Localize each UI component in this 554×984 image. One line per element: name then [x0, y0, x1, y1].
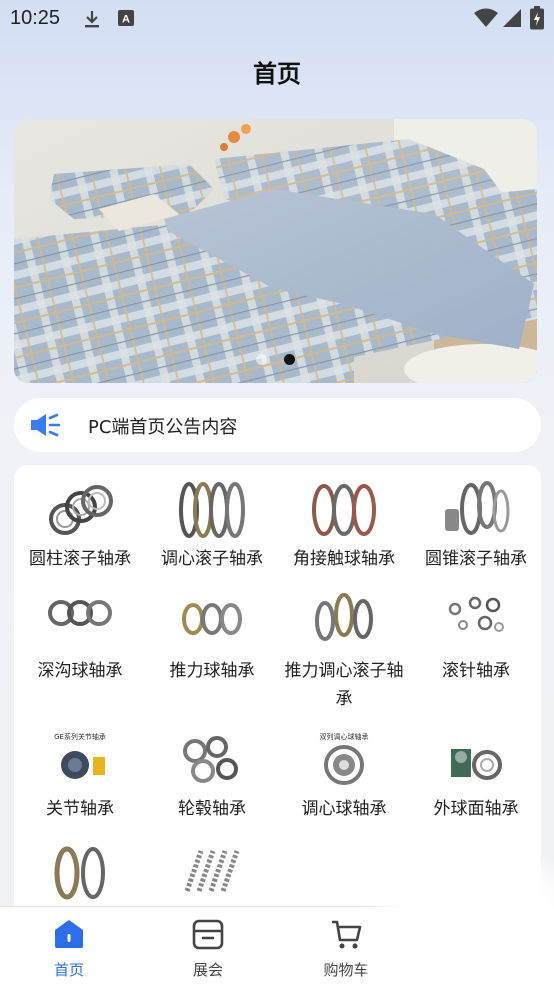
deep-groove-ball-bearing-image [48, 600, 112, 626]
cellular-signal-icon [502, 8, 522, 32]
thrust-ball-bearing-image [182, 603, 242, 635]
announcement-bar[interactable]: PC端首页公告内容 [14, 398, 541, 452]
category-item[interactable]: 深沟球轴承 [14, 591, 146, 685]
category-item[interactable] [14, 841, 146, 903]
category-label: 深沟球轴承 [37, 661, 123, 681]
category-label: 推力球轴承 [169, 661, 255, 681]
category-item[interactable]: 推力调心滚子轴承 [278, 591, 410, 713]
category-label: 调心球轴承 [301, 799, 387, 819]
category-item[interactable]: 双列调心球轴承 调心球轴承 [278, 729, 410, 823]
banner-carousel[interactable] [14, 119, 537, 383]
carousel-dot-2[interactable] [284, 354, 296, 365]
overlay-glare [365, 850, 554, 984]
keyboard-a-icon: A [117, 9, 135, 31]
needle-roller-bearing-image [448, 596, 504, 632]
category-item[interactable]: 圆柱滚子轴承 [14, 479, 146, 573]
hub-bearing-image [183, 736, 238, 783]
speaker-icon [30, 412, 62, 442]
category-label: 圆柱滚子轴承 [29, 549, 131, 569]
category-label: 圆锥滚子轴承 [425, 549, 527, 569]
spherical-roller-bearing-image [179, 482, 245, 538]
exhibition-icon [192, 919, 224, 950]
download-icon [82, 9, 102, 33]
home-icon [55, 920, 83, 948]
category-item[interactable]: 调心滚子轴承 [146, 479, 278, 573]
carousel-dot-1[interactable] [255, 354, 267, 365]
cart-icon [332, 920, 362, 949]
tab-label: 展会 [192, 961, 223, 979]
category-item[interactable]: 外球面轴承 [410, 729, 541, 823]
page-title: 首页 [253, 60, 301, 88]
wifi-icon [474, 8, 498, 32]
plain-bearing-image: GE系列关节轴承 [54, 732, 106, 779]
tab-label: 首页 [53, 961, 84, 979]
angular-contact-ball-bearing-image [312, 484, 376, 536]
category-label: 滚针轴承 [442, 661, 510, 681]
svg-text:A: A [122, 14, 130, 26]
category-item[interactable]: GE系列关节轴承 关节轴承 [14, 729, 146, 823]
category-item[interactable]: 角接触球轴承 [278, 479, 410, 573]
self-aligning-ball-bearing-image: 双列调心球轴承 [320, 732, 369, 785]
carousel-dots [14, 350, 537, 369]
category-item[interactable]: 推力球轴承 [146, 591, 278, 685]
category-label: 轮毂轴承 [178, 799, 246, 819]
category-label: 外球面轴承 [433, 799, 519, 819]
status-bar: 10:25 A [0, 0, 554, 38]
announcement-text: PC端首页公告内容 [88, 417, 238, 438]
svg-text:GE系列关节轴承: GE系列关节轴承 [54, 732, 106, 741]
category-item[interactable]: 滚针轴承 [410, 591, 541, 685]
status-time: 10:25 [10, 7, 61, 29]
tapered-roller-bearing-image [445, 481, 510, 535]
svg-text:双列调心球轴承: 双列调心球轴承 [320, 732, 369, 741]
category-item[interactable]: 圆锥滚子轴承 [410, 479, 541, 573]
insert-bearing-image [451, 749, 502, 780]
category-label: 关节轴承 [46, 799, 114, 819]
tab-exhibition[interactable]: 展会 [158, 917, 258, 980]
category-label: 推力调心滚子轴承 [284, 661, 404, 709]
battery-charging-icon [530, 6, 544, 34]
category-label: 角接触球轴承 [293, 549, 395, 569]
tab-home[interactable]: 首页 [19, 917, 119, 980]
cylindrical-roller-bearing-image [49, 485, 113, 535]
banner-image [14, 119, 537, 383]
bearing-image-13 [54, 846, 105, 900]
category-item[interactable]: 轮毂轴承 [146, 729, 278, 823]
bearing-image-14 [184, 850, 240, 892]
category-label: 调心滚子轴承 [161, 549, 263, 569]
category-item[interactable] [146, 841, 278, 903]
thrust-spherical-roller-bearing-image [315, 593, 373, 641]
